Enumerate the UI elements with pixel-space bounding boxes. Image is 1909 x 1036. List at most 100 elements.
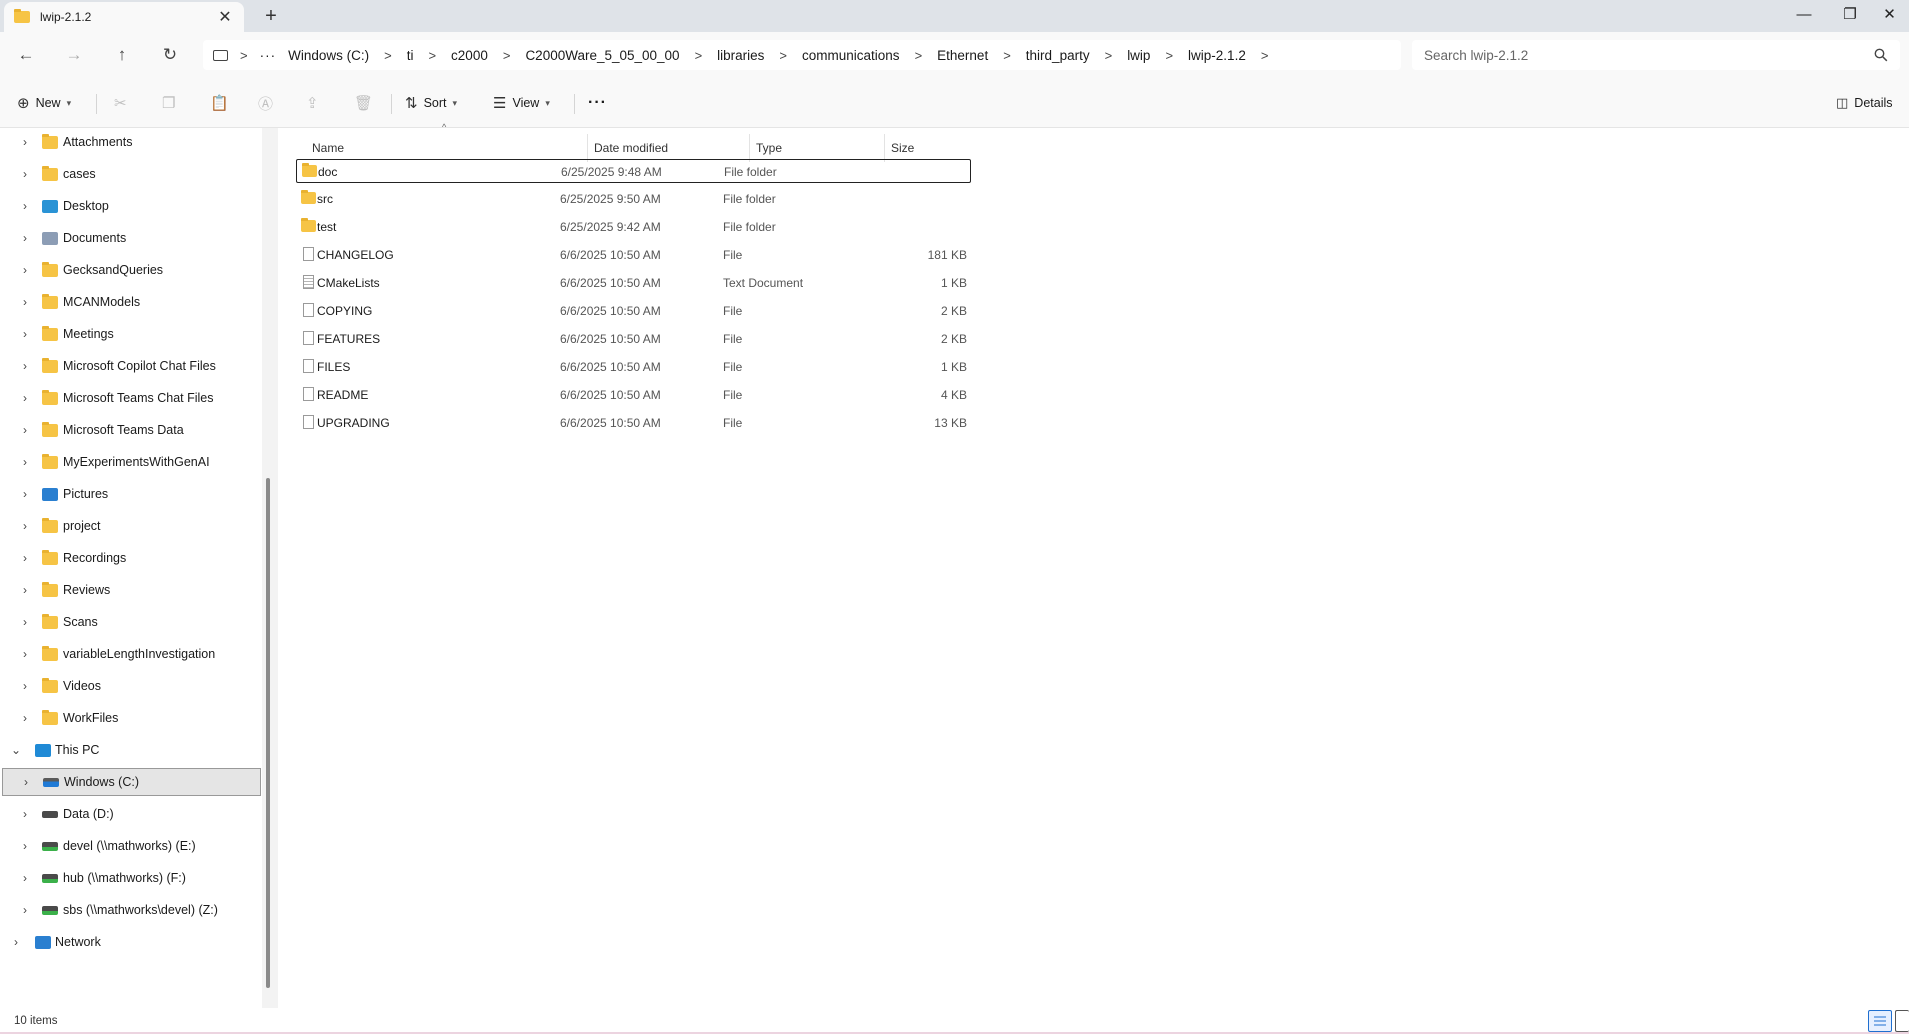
chevron-right-icon[interactable]: › bbox=[18, 583, 32, 597]
chevron-right-icon[interactable]: › bbox=[18, 807, 32, 821]
sidebar-item-microsoft-teams-data[interactable]: › Microsoft Teams Data bbox=[0, 416, 262, 444]
chevron-right-icon[interactable]: › bbox=[18, 135, 32, 149]
sidebar-item-this-pc[interactable]: ⌄ This PC bbox=[0, 736, 262, 764]
chevron-right-icon[interactable]: › bbox=[18, 199, 32, 213]
back-button[interactable]: ← bbox=[10, 40, 42, 70]
sidebar-item-mcanmodels[interactable]: › MCANModels bbox=[0, 288, 262, 316]
refresh-button[interactable]: ↻ bbox=[154, 40, 186, 70]
sidebar-item-workfiles[interactable]: › WorkFiles bbox=[0, 704, 262, 732]
copy-button[interactable]: ❐ bbox=[162, 90, 181, 116]
details-button[interactable]: ◫ Details bbox=[1836, 90, 1893, 116]
table-row[interactable]: CMakeLists 6/6/2025 10:50 AM Text Document… bbox=[296, 271, 971, 295]
breadcrumb-windows-c[interactable]: Windows (C:) bbox=[288, 48, 369, 63]
close-tab-icon[interactable]: ✕ bbox=[216, 7, 234, 27]
breadcrumb-lwip-2-1-2[interactable]: lwip-2.1.2 bbox=[1188, 48, 1246, 63]
sidebar-item-gecksandqueries[interactable]: › GecksandQueries bbox=[0, 256, 262, 284]
sidebar-item-desktop[interactable]: › Desktop bbox=[0, 192, 262, 220]
sidebar-item-microsoft-teams-chat-files[interactable]: › Microsoft Teams Chat Files bbox=[0, 384, 262, 412]
table-row[interactable]: doc 6/25/2025 9:48 AM File folder bbox=[296, 159, 971, 183]
chevron-right-icon[interactable]: › bbox=[18, 263, 32, 277]
breadcrumb-ti[interactable]: ti bbox=[407, 48, 414, 63]
paste-button[interactable]: 📋 bbox=[210, 90, 235, 116]
sidebar-item-videos[interactable]: › Videos bbox=[0, 672, 262, 700]
chevron-right-icon[interactable]: › bbox=[9, 935, 23, 949]
sidebar-item-microsoft-copilot-chat-files[interactable]: › Microsoft Copilot Chat Files bbox=[0, 352, 262, 380]
breadcrumb-separator[interactable]: > bbox=[240, 48, 248, 63]
sidebar-item-network[interactable]: › Network bbox=[0, 928, 262, 956]
cut-button[interactable]: ✂ bbox=[114, 90, 133, 116]
maximize-button[interactable]: ❐ bbox=[1827, 0, 1873, 32]
breadcrumb-overflow[interactable]: ··· bbox=[260, 48, 277, 63]
sidebar-item-hub-mathworks-f[interactable]: › hub (\\mathworks) (F:) bbox=[0, 864, 262, 892]
breadcrumb-separator[interactable]: > bbox=[1003, 48, 1011, 63]
chevron-right-icon[interactable]: › bbox=[18, 647, 32, 661]
sidebar-item-variablelengthinvestigation[interactable]: › variableLengthInvestigation bbox=[0, 640, 262, 668]
search-icon[interactable] bbox=[1874, 48, 1888, 62]
sidebar-item-pictures[interactable]: › Pictures bbox=[0, 480, 262, 508]
breadcrumb-c2000[interactable]: c2000 bbox=[451, 48, 488, 63]
chevron-right-icon[interactable]: › bbox=[18, 679, 32, 693]
breadcrumb-separator[interactable]: > bbox=[1105, 48, 1113, 63]
sidebar-item-windows-c[interactable]: › Windows (C:) bbox=[2, 768, 261, 796]
breadcrumb-separator[interactable]: > bbox=[428, 48, 436, 63]
share-button[interactable]: ⇪ bbox=[306, 90, 325, 116]
sidebar-item-project[interactable]: › project bbox=[0, 512, 262, 540]
breadcrumb-ethernet[interactable]: Ethernet bbox=[937, 48, 988, 63]
column-divider[interactable] bbox=[587, 134, 588, 162]
chevron-right-icon[interactable]: › bbox=[18, 487, 32, 501]
chevron-right-icon[interactable]: › bbox=[18, 839, 32, 853]
column-header-type[interactable]: Type bbox=[756, 134, 782, 162]
delete-button[interactable]: 🗑 bbox=[354, 90, 379, 116]
table-row[interactable]: FILES 6/6/2025 10:50 AM File 1 KB bbox=[296, 355, 971, 379]
sidebar-item-devel-mathworks-e[interactable]: › devel (\\mathworks) (E:) bbox=[0, 832, 262, 860]
breadcrumb-separator[interactable]: > bbox=[779, 48, 787, 63]
table-row[interactable]: test 6/25/2025 9:42 AM File folder bbox=[296, 215, 971, 239]
navigation-scrollbar-track[interactable] bbox=[262, 128, 278, 1008]
sidebar-item-meetings[interactable]: › Meetings bbox=[0, 320, 262, 348]
tab-lwip[interactable]: lwip-2.1.2 ✕ bbox=[4, 2, 244, 32]
column-header-name[interactable]: Name bbox=[312, 134, 344, 162]
chevron-right-icon[interactable]: › bbox=[18, 231, 32, 245]
search-input[interactable]: Search lwip-2.1.2 bbox=[1412, 40, 1900, 70]
sidebar-item-scans[interactable]: › Scans bbox=[0, 608, 262, 636]
sidebar-item-recordings[interactable]: › Recordings bbox=[0, 544, 262, 572]
tiles-view-toggle[interactable] bbox=[1895, 1010, 1909, 1032]
table-row[interactable]: README 6/6/2025 10:50 AM File 4 KB bbox=[296, 383, 971, 407]
breadcrumb-separator[interactable]: > bbox=[384, 48, 392, 63]
table-row[interactable]: FEATURES 6/6/2025 10:50 AM File 2 KB bbox=[296, 327, 971, 351]
rename-button[interactable]: Ⓐ bbox=[258, 90, 279, 116]
sidebar-item-data-d[interactable]: › Data (D:) bbox=[0, 800, 262, 828]
close-window-button[interactable]: ✕ bbox=[1870, 0, 1909, 32]
column-divider[interactable] bbox=[884, 134, 885, 162]
up-button[interactable]: ↑ bbox=[106, 40, 138, 70]
sidebar-item-documents[interactable]: › Documents bbox=[0, 224, 262, 252]
details-view-toggle[interactable] bbox=[1868, 1010, 1892, 1032]
chevron-right-icon[interactable]: › bbox=[18, 519, 32, 533]
chevron-right-icon[interactable]: › bbox=[18, 359, 32, 373]
breadcrumb-libraries[interactable]: libraries bbox=[717, 48, 764, 63]
chevron-down-icon[interactable]: ⌄ bbox=[9, 743, 23, 757]
table-row[interactable]: CHANGELOG 6/6/2025 10:50 AM File 181 KB bbox=[296, 243, 971, 267]
chevron-right-icon[interactable]: › bbox=[18, 711, 32, 725]
address-bar[interactable]: > ··· Windows (C:) > ti > c2000 > C2000W… bbox=[203, 40, 1401, 70]
breadcrumb-lwip[interactable]: lwip bbox=[1127, 48, 1150, 63]
breadcrumb-third-party[interactable]: third_party bbox=[1026, 48, 1090, 63]
more-options-button[interactable]: ··· bbox=[588, 90, 607, 116]
sidebar-item-sbs-mathworks-devel-z[interactable]: › sbs (\\mathworks\devel) (Z:) bbox=[0, 896, 262, 924]
chevron-right-icon[interactable]: › bbox=[18, 455, 32, 469]
sort-button[interactable]: ⇅ Sort ▾ bbox=[405, 90, 457, 116]
new-button[interactable]: ⊕ New ▾ bbox=[17, 90, 71, 116]
chevron-right-icon[interactable]: › bbox=[18, 903, 32, 917]
table-row[interactable]: COPYING 6/6/2025 10:50 AM File 2 KB bbox=[296, 299, 971, 323]
breadcrumb-separator[interactable]: > bbox=[695, 48, 703, 63]
sidebar-item-reviews[interactable]: › Reviews bbox=[0, 576, 262, 604]
sidebar-item-cases[interactable]: › cases bbox=[0, 160, 262, 188]
breadcrumb-c2000ware[interactable]: C2000Ware_5_05_00_00 bbox=[525, 48, 679, 63]
column-divider[interactable] bbox=[749, 134, 750, 162]
sidebar-item-myexperimentswithgenai[interactable]: › MyExperimentsWithGenAI bbox=[0, 448, 262, 476]
chevron-right-icon[interactable]: › bbox=[18, 391, 32, 405]
table-row[interactable]: src 6/25/2025 9:50 AM File folder bbox=[296, 187, 971, 211]
navigation-scrollbar-thumb[interactable] bbox=[266, 478, 270, 988]
minimize-button[interactable]: — bbox=[1781, 0, 1827, 32]
chevron-right-icon[interactable]: › bbox=[18, 167, 32, 181]
